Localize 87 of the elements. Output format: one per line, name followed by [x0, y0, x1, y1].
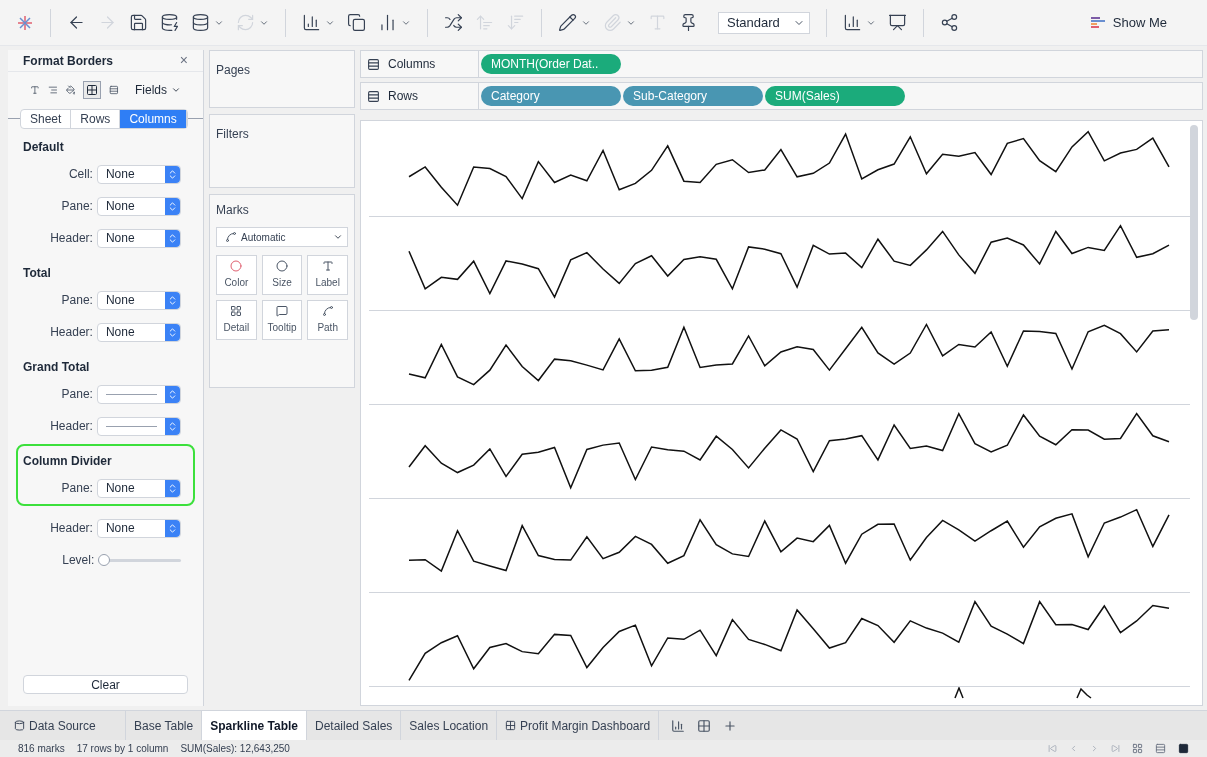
- status-text: 17 rows by 1 column: [76, 742, 169, 756]
- status-text: SUM(Sales): 12,643,250: [180, 742, 290, 756]
- alignment-icon[interactable]: [47, 84, 58, 96]
- speech-bubble-icon: [276, 305, 288, 317]
- marks-button[interactable]: Detail: [216, 300, 257, 340]
- marks-button[interactable]: Tooltip: [261, 300, 303, 340]
- dropdown[interactable]: None: [96, 322, 181, 342]
- stepper-icon: [167, 388, 178, 400]
- borders-tab[interactable]: [83, 81, 102, 99]
- back-icon[interactable]: [67, 13, 86, 32]
- stepper-icon: [167, 326, 178, 338]
- panel-title: Format Borders: [23, 52, 114, 70]
- line-icon: [225, 231, 237, 243]
- shelf-label: Columns: [388, 56, 436, 73]
- caret-icon: [333, 232, 343, 242]
- section-title: Total: [22, 265, 52, 282]
- field-label: Pane:: [60, 386, 94, 403]
- field-label: Pane:: [60, 292, 94, 309]
- rows-icon: [367, 89, 380, 103]
- line-icon: [321, 305, 334, 317]
- shelf-title: Pages: [216, 63, 251, 77]
- shelf-label: Rows: [388, 88, 418, 105]
- bar-chart-icon[interactable]: [843, 13, 862, 32]
- slider-thumb[interactable]: [98, 553, 111, 566]
- stepper-icon: [167, 522, 178, 534]
- presentation-icon[interactable]: [888, 13, 907, 32]
- close-button[interactable]: ×: [179, 50, 188, 71]
- dropdown[interactable]: None: [96, 228, 181, 248]
- dots-icon: [230, 305, 243, 317]
- pin-icon[interactable]: [679, 13, 698, 32]
- dropdown[interactable]: None: [96, 196, 181, 216]
- lines-icon[interactable]: [109, 84, 119, 96]
- status-text: 816 marks: [18, 742, 65, 756]
- shelf-title: Marks: [216, 202, 250, 219]
- dashboard-icon: [505, 720, 517, 731]
- dropdown[interactable]: [96, 384, 181, 404]
- text-box-icon: [321, 260, 334, 272]
- caret-icon: [171, 85, 181, 95]
- paperclip-icon[interactable]: [603, 13, 622, 32]
- stepper-icon: [167, 168, 178, 180]
- clear-button[interactable]: Clear: [23, 675, 188, 694]
- format-tab[interactable]: Columns: [120, 110, 187, 128]
- shelf-title: Filters: [216, 127, 249, 141]
- marks-button[interactable]: Label: [307, 255, 348, 295]
- field-label: Pane:: [60, 198, 94, 215]
- dropdown[interactable]: [96, 416, 181, 436]
- save-icon[interactable]: [129, 13, 148, 32]
- single-view-icon[interactable]: [1178, 743, 1189, 754]
- borders-icon: [86, 84, 99, 96]
- field-label: Header:: [49, 520, 94, 537]
- swap-icon[interactable]: [444, 13, 463, 32]
- show-me-button[interactable]: Show Me: [1090, 12, 1191, 33]
- mark-type-dropdown[interactable]: Automatic: [216, 227, 348, 247]
- shading-icon[interactable]: [65, 84, 76, 96]
- dropdown[interactable]: None: [96, 478, 181, 498]
- fields-button[interactable]: Fields: [135, 81, 181, 99]
- grid-view-icon[interactable]: [1132, 743, 1143, 754]
- share-icon[interactable]: [940, 13, 959, 32]
- marks-button[interactable]: Size: [261, 255, 303, 295]
- section-title: Grand Total: [22, 359, 91, 376]
- view-mode-dropdown[interactable]: Standard: [718, 11, 810, 34]
- marks-button[interactable]: Path: [307, 300, 348, 340]
- stepper-icon: [167, 232, 178, 244]
- stepper-icon: [167, 420, 178, 432]
- dropdown[interactable]: None: [96, 290, 181, 310]
- stepper-icon: [167, 200, 178, 212]
- field-label: Header:: [49, 418, 94, 435]
- field-label: Cell:: [67, 166, 94, 183]
- field-label: Pane:: [60, 480, 94, 497]
- stepper-icon: [167, 294, 178, 306]
- section-title: Default: [22, 139, 65, 156]
- marks-button[interactable]: Color: [216, 255, 257, 295]
- duplicate-icon[interactable]: [347, 13, 366, 32]
- database-icon: [14, 720, 25, 731]
- dropdown[interactable]: None: [96, 518, 181, 538]
- section-title: Column Divider: [22, 453, 113, 470]
- show-me-icon: [1090, 15, 1105, 30]
- logo-icon[interactable]: [16, 13, 34, 32]
- field-label: Header:: [49, 230, 94, 247]
- stepper-icon: [167, 482, 178, 494]
- field-label: Level:: [61, 552, 96, 569]
- font-icon[interactable]: [30, 84, 40, 96]
- field-label: Header:: [49, 324, 94, 341]
- dropdown[interactable]: None: [96, 164, 181, 184]
- database-icon[interactable]: [191, 13, 210, 32]
- workbook-tab[interactable]: Sparkline Table: [202, 711, 307, 740]
- format-tab[interactable]: Sheet: [21, 110, 72, 128]
